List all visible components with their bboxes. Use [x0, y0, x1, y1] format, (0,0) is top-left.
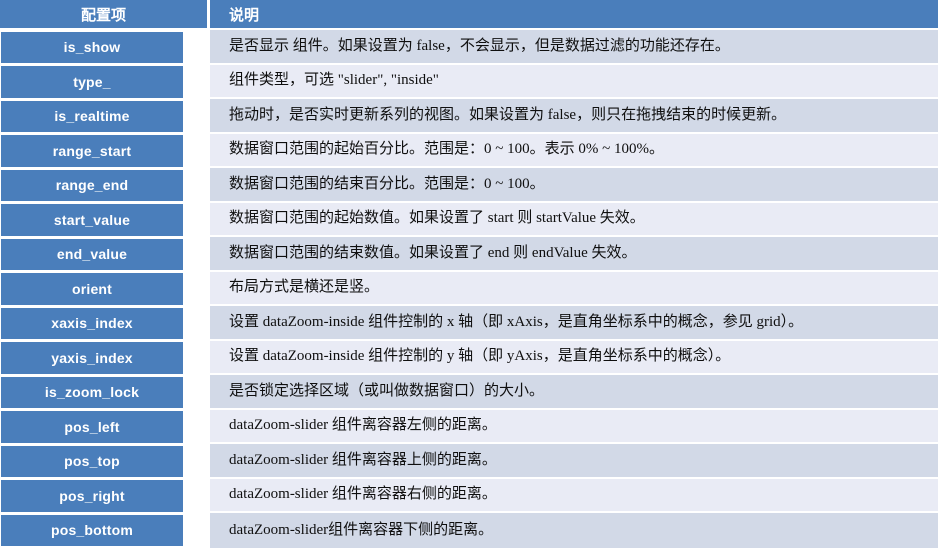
- config-item-cell: end_value: [0, 237, 210, 272]
- config-item-cell: pos_left: [0, 409, 210, 444]
- description-cell: 数据窗口范围的结束数值。如果设置了 end 则 endValue 失效。: [210, 237, 938, 272]
- config-item-label: pos_bottom: [1, 514, 183, 546]
- table-row: range_start 数据窗口范围的起始百分比。范围是：0 ~ 100。表示 0…: [0, 133, 938, 168]
- description-cell: 数据窗口范围的起始百分比。范围是：0 ~ 100。表示 0% ~ 100%。: [210, 133, 938, 168]
- table-row: start_value 数据窗口范围的起始数值。如果设置了 start 则 sta…: [0, 202, 938, 237]
- config-item-label: pos_top: [1, 445, 183, 477]
- description-cell: 拖动时，是否实时更新系列的视图。如果设置为 false，则只在拖拽结束的时候更新…: [210, 99, 938, 134]
- table-row: is_realtime 拖动时，是否实时更新系列的视图。如果设置为 false，则…: [0, 99, 938, 134]
- description-cell: 是否显示 组件。如果设置为 false，不会显示，但是数据过滤的功能还存在。: [210, 30, 938, 65]
- config-item-cell: is_show: [0, 30, 210, 65]
- config-item-cell: is_zoom_lock: [0, 375, 210, 410]
- description-cell: dataZoom-slider 组件离容器上侧的距离。: [210, 444, 938, 479]
- description-cell: 是否锁定选择区域（或叫做数据窗口）的大小。: [210, 375, 938, 410]
- config-item-cell: start_value: [0, 202, 210, 237]
- description-cell: 设置 dataZoom-inside 组件控制的 y 轴（即 yAxis，是直角…: [210, 340, 938, 375]
- config-item-cell: pos_right: [0, 478, 210, 513]
- config-item-label: is_realtime: [1, 100, 183, 132]
- table-row: range_end 数据窗口范围的结束百分比。范围是：0 ~ 100。: [0, 168, 938, 203]
- description-cell: 数据窗口范围的起始数值。如果设置了 start 则 startValue 失效。: [210, 202, 938, 237]
- config-item-label: range_start: [1, 135, 183, 167]
- description-cell: 数据窗口范围的结束百分比。范围是：0 ~ 100。: [210, 168, 938, 203]
- table-header: 配置项 说明: [0, 0, 938, 30]
- config-options-table-container: 配置项 说明 is_show 是否显示 组件。如果设置为 false，不会显示，但…: [0, 0, 938, 548]
- table-row: end_value 数据窗口范围的结束数值。如果设置了 end 则 endValu…: [0, 237, 938, 272]
- table-row: pos_right dataZoom-slider 组件离容器右侧的距离。: [0, 478, 938, 513]
- table-row: is_show 是否显示 组件。如果设置为 false，不会显示，但是数据过滤的功…: [0, 30, 938, 65]
- table-header-row: 配置项 说明: [0, 0, 938, 30]
- table-row: xaxis_index 设置 dataZoom-inside 组件控制的 x 轴（…: [0, 306, 938, 341]
- description-cell: 组件类型，可选 "slider", "inside": [210, 64, 938, 99]
- table-row: yaxis_index 设置 dataZoom-inside 组件控制的 y 轴（…: [0, 340, 938, 375]
- config-options-table: 配置项 说明 is_show 是否显示 组件。如果设置为 false，不会显示，但…: [0, 0, 938, 548]
- table-body: is_show 是否显示 组件。如果设置为 false，不会显示，但是数据过滤的功…: [0, 30, 938, 548]
- table-row: pos_bottom dataZoom-slider组件离容器下侧的距离。: [0, 513, 938, 548]
- table-row: pos_left dataZoom-slider 组件离容器左侧的距离。: [0, 409, 938, 444]
- description-cell: dataZoom-slider 组件离容器右侧的距离。: [210, 478, 938, 513]
- config-item-label: type_: [1, 66, 183, 98]
- config-item-label: pos_right: [1, 480, 183, 512]
- config-item-cell: yaxis_index: [0, 340, 210, 375]
- description-cell: 设置 dataZoom-inside 组件控制的 x 轴（即 xAxis，是直角…: [210, 306, 938, 341]
- config-item-cell: range_end: [0, 168, 210, 203]
- config-item-label: start_value: [1, 204, 183, 236]
- config-item-label: end_value: [1, 238, 183, 270]
- config-item-cell: range_start: [0, 133, 210, 168]
- table-row: type_ 组件类型，可选 "slider", "inside": [0, 64, 938, 99]
- description-cell: dataZoom-slider 组件离容器左侧的距离。: [210, 409, 938, 444]
- config-item-cell: xaxis_index: [0, 306, 210, 341]
- config-item-cell: is_realtime: [0, 99, 210, 134]
- config-item-label: range_end: [1, 169, 183, 201]
- config-item-cell: orient: [0, 271, 210, 306]
- config-item-label: xaxis_index: [1, 307, 183, 339]
- config-item-label: orient: [1, 273, 183, 305]
- config-item-label: is_show: [1, 31, 183, 63]
- config-item-cell: type_: [0, 64, 210, 99]
- table-row: is_zoom_lock 是否锁定选择区域（或叫做数据窗口）的大小。: [0, 375, 938, 410]
- description-cell: dataZoom-slider组件离容器下侧的距离。: [210, 513, 938, 548]
- column-header-description: 说明: [210, 0, 938, 30]
- config-item-label: pos_left: [1, 411, 183, 443]
- config-item-cell: pos_bottom: [0, 513, 210, 548]
- table-row: orient 布局方式是横还是竖。: [0, 271, 938, 306]
- config-item-label: is_zoom_lock: [1, 376, 183, 408]
- config-item-cell: pos_top: [0, 444, 210, 479]
- column-header-config-item: 配置项: [0, 0, 210, 30]
- table-row: pos_top dataZoom-slider 组件离容器上侧的距离。: [0, 444, 938, 479]
- description-cell: 布局方式是横还是竖。: [210, 271, 938, 306]
- config-item-label: yaxis_index: [1, 342, 183, 374]
